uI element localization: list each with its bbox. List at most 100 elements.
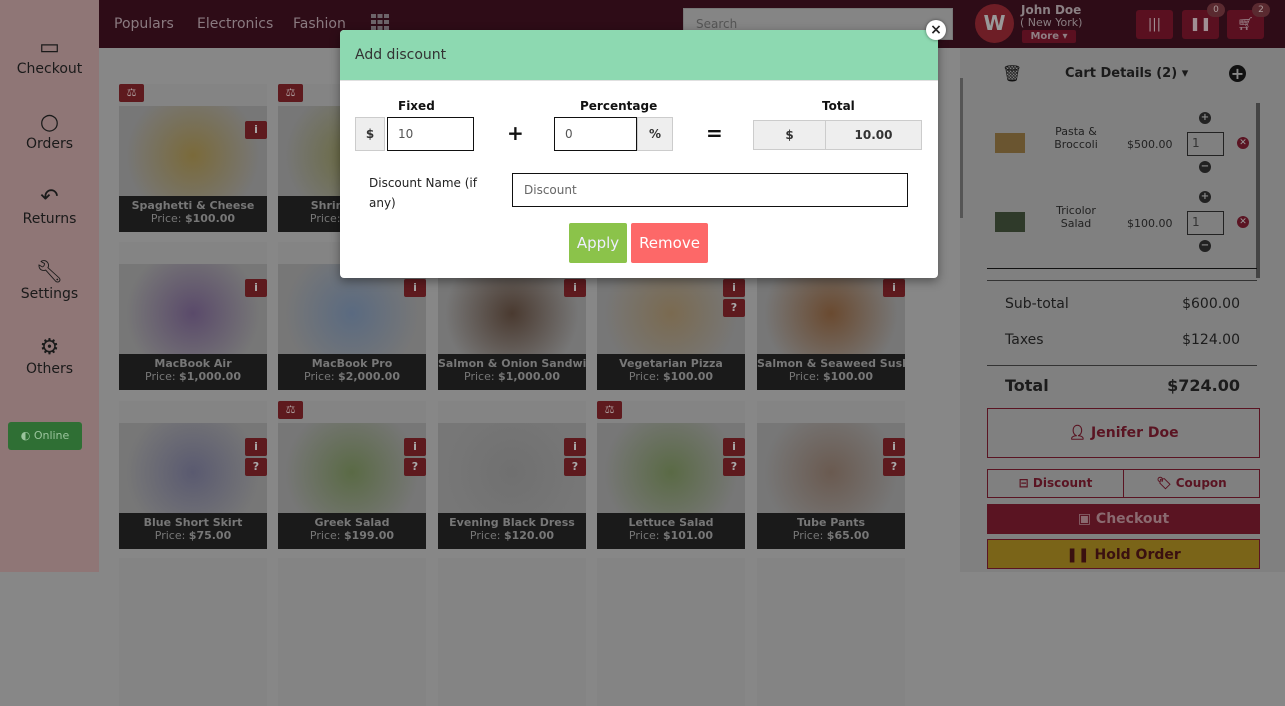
total-currency: $ bbox=[753, 120, 826, 150]
hold-order-button[interactable]: ❚❚ Hold Order bbox=[987, 539, 1260, 569]
fixed-input[interactable]: 10 bbox=[387, 117, 474, 151]
nav-fashion[interactable]: Fashion bbox=[293, 16, 346, 32]
remove-button[interactable]: Remove bbox=[631, 223, 708, 263]
product-caption: MacBook Air Price: $1,000.00 bbox=[119, 354, 267, 390]
customer-button[interactable]: 👤︎ Jenifer Doe bbox=[987, 408, 1260, 458]
cart-item: Tricolor Salad $100.00 + 1 − ✕ bbox=[960, 187, 1260, 257]
checkout-button[interactable]: ▣ Checkout bbox=[987, 504, 1260, 534]
product-card[interactable]: i? Blue Short Skirt Price: $75.00 bbox=[119, 401, 267, 549]
question-icon[interactable]: ? bbox=[723, 299, 745, 317]
info-icon[interactable]: i bbox=[883, 279, 905, 297]
product-card[interactable] bbox=[597, 558, 745, 706]
product-name: MacBook Air bbox=[154, 357, 232, 370]
question-icon[interactable]: ? bbox=[564, 458, 586, 476]
info-icon[interactable]: i bbox=[564, 438, 586, 456]
product-card[interactable]: i? Tube Pants Price: $65.00 bbox=[757, 401, 905, 549]
close-icon[interactable]: × bbox=[926, 20, 946, 40]
apply-button[interactable]: Apply bbox=[569, 223, 627, 263]
sidebar-item-settings[interactable]: 🔧︎ Settings bbox=[0, 260, 99, 302]
product-name: Blue Short Skirt bbox=[143, 516, 243, 529]
product-price: $100.00 bbox=[184, 212, 236, 225]
product-caption: Evening Black Dress Price: $120.00 bbox=[438, 513, 586, 549]
online-toggle[interactable]: ◐ Online bbox=[8, 422, 82, 450]
info-icon[interactable]: i bbox=[245, 279, 267, 297]
product-name: MacBook Pro bbox=[311, 357, 393, 370]
quantity-input[interactable]: 1 bbox=[1187, 211, 1224, 235]
taxes-value: $124.00 bbox=[1182, 332, 1240, 348]
product-card[interactable]: ⚖ i? Lettuce Salad Price: $101.00 bbox=[597, 401, 745, 549]
info-icon[interactable]: i bbox=[245, 438, 267, 456]
avatar[interactable]: W bbox=[975, 4, 1014, 43]
scale-icon[interactable]: ⚖ bbox=[278, 401, 303, 419]
remove-item-icon[interactable]: ✕ bbox=[1237, 216, 1249, 228]
product-card[interactable]: i MacBook Air Price: $1,000.00 bbox=[119, 242, 267, 390]
product-card[interactable] bbox=[119, 558, 267, 706]
pause-badge: 0 bbox=[1207, 3, 1225, 17]
reply-icon: ↶ bbox=[40, 185, 59, 210]
wrench-icon: 🔧︎ bbox=[35, 260, 64, 285]
discount-name-input[interactable]: Discount bbox=[512, 173, 908, 207]
product-name: Vegetarian Pizza bbox=[619, 357, 723, 370]
more-button[interactable]: More ▾ bbox=[1022, 30, 1076, 43]
question-icon[interactable]: ? bbox=[404, 458, 426, 476]
sidebar-item-returns[interactable]: ↶ Returns bbox=[0, 185, 99, 227]
percentage-input[interactable]: 0 bbox=[554, 117, 637, 151]
discount-button[interactable]: ⊟ Discount bbox=[987, 469, 1124, 498]
divider bbox=[987, 365, 1257, 366]
price-label: Price: bbox=[309, 212, 344, 225]
question-icon[interactable]: ? bbox=[245, 458, 267, 476]
pause-button[interactable]: ❚❚ 0 bbox=[1182, 3, 1225, 39]
total-label: Total bbox=[822, 99, 855, 113]
product-caption: Lettuce Salad Price: $101.00 bbox=[597, 513, 745, 549]
info-icon[interactable]: i bbox=[404, 279, 426, 297]
price-label: Price: bbox=[154, 529, 189, 542]
scale-icon[interactable]: ⚖ bbox=[597, 401, 622, 419]
scale-icon[interactable]: ⚖ bbox=[278, 84, 303, 102]
info-icon[interactable]: i bbox=[245, 121, 267, 139]
barcode-button[interactable]: ||| bbox=[1136, 10, 1173, 39]
info-icon[interactable]: i bbox=[883, 438, 905, 456]
product-card[interactable]: i? Evening Black Dress Price: $120.00 bbox=[438, 401, 586, 549]
plus-icon[interactable]: + bbox=[1199, 191, 1211, 203]
tag-icon: 🏷︎ bbox=[1156, 476, 1176, 490]
product-price: $199.00 bbox=[343, 529, 395, 542]
product-card[interactable] bbox=[278, 558, 426, 706]
plus-icon[interactable]: + bbox=[1199, 112, 1211, 124]
item-price: $100.00 bbox=[1127, 217, 1173, 230]
product-card[interactable]: ⚖ i? Greek Salad Price: $199.00 bbox=[278, 401, 426, 549]
price-label: Price: bbox=[788, 370, 823, 383]
product-card[interactable]: ⚖ i Spaghetti & Cheese Price: $100.00 bbox=[119, 84, 267, 232]
sidebar-item-checkout[interactable]: ▭ Checkout bbox=[0, 35, 99, 77]
question-icon[interactable]: ? bbox=[723, 458, 745, 476]
info-icon[interactable]: i bbox=[564, 279, 586, 297]
grid-icon[interactable] bbox=[371, 14, 389, 30]
coupon-button[interactable]: 🏷︎ Coupon bbox=[1123, 469, 1260, 498]
add-icon[interactable]: + bbox=[1229, 65, 1246, 82]
product-price: $100.00 bbox=[662, 370, 714, 383]
scale-icon[interactable]: ⚖ bbox=[119, 84, 144, 102]
product-card[interactable] bbox=[757, 558, 905, 706]
info-icon[interactable]: i bbox=[723, 279, 745, 297]
product-card[interactable] bbox=[438, 558, 586, 706]
cart-badge: 2 bbox=[1252, 3, 1270, 17]
total-label: Total bbox=[1005, 376, 1049, 395]
nav-populars[interactable]: Populars bbox=[114, 16, 174, 32]
product-image bbox=[119, 264, 267, 354]
info-icon[interactable]: i bbox=[404, 438, 426, 456]
question-icon[interactable]: ? bbox=[883, 458, 905, 476]
info-icon[interactable]: i bbox=[723, 438, 745, 456]
minus-icon[interactable]: − bbox=[1199, 240, 1211, 252]
trash-icon[interactable]: 🗑︎ bbox=[1002, 64, 1022, 83]
percent-addon: % bbox=[637, 117, 673, 151]
product-image bbox=[119, 106, 267, 196]
cart-title[interactable]: Cart Details (2) ▾ bbox=[1065, 66, 1188, 81]
cart-button[interactable]: 🛒︎ 2 bbox=[1227, 3, 1270, 39]
total-value: $724.00 bbox=[1167, 376, 1240, 395]
quantity-input[interactable]: 1 bbox=[1187, 132, 1224, 156]
minus-icon[interactable]: − bbox=[1199, 161, 1211, 173]
nav-electronics[interactable]: Electronics bbox=[197, 16, 273, 32]
sidebar-item-orders[interactable]: ○ Orders bbox=[0, 110, 99, 152]
remove-item-icon[interactable]: ✕ bbox=[1237, 137, 1249, 149]
sidebar-item-others[interactable]: ⚙ Others bbox=[0, 335, 99, 377]
pause-icon: ❚❚ bbox=[1189, 17, 1212, 32]
